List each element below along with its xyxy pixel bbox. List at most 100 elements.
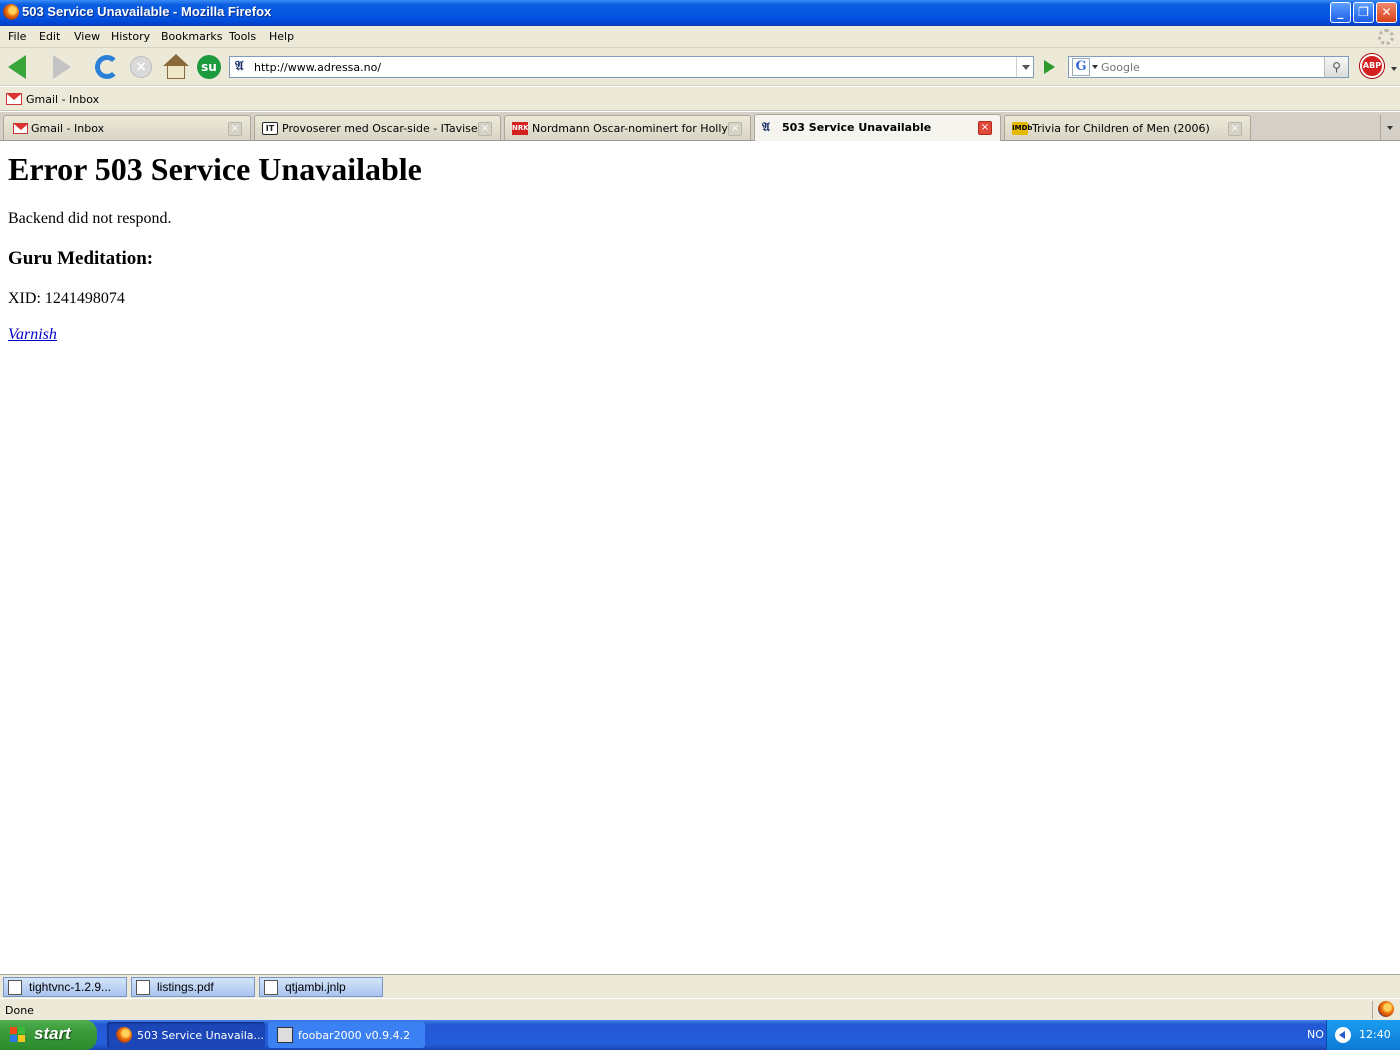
download-label: qtjambi.jnlp	[285, 980, 346, 994]
search-magnifier-icon[interactable]: ⚲	[1324, 57, 1348, 77]
download-tightvnc[interactable]: tightvnc-1.2.9...	[3, 977, 127, 997]
tab-itavisen[interactable]: IT Provoserer med Oscar-side - ITavisen …	[254, 115, 501, 140]
restore-button[interactable]: ❐	[1353, 2, 1374, 23]
tab-label: Gmail - Inbox	[31, 122, 105, 135]
google-icon: G	[1072, 58, 1090, 76]
vnc-file-icon	[8, 980, 22, 995]
bookmark-label: Gmail - Inbox	[26, 93, 100, 106]
firefox-icon	[3, 4, 19, 20]
stumbleupon-icon: su	[197, 55, 221, 79]
tab-close-button[interactable]: ×	[228, 122, 242, 136]
system-tray: 12:40	[1326, 1020, 1400, 1050]
adblock-dropdown[interactable]	[1391, 67, 1397, 71]
forward-arrow-icon	[53, 55, 71, 79]
page-content: Error 503 Service Unavailable Backend di…	[0, 141, 1400, 974]
menu-history[interactable]: History	[111, 30, 150, 43]
foobar-icon	[277, 1027, 293, 1043]
tab-label: 503 Service Unavailable	[782, 121, 932, 134]
firefox-icon	[116, 1027, 132, 1043]
bookmarks-toolbar: Gmail - Inbox	[0, 87, 1400, 111]
url-input[interactable]	[254, 59, 1014, 75]
address-bar[interactable]: 𝔄	[229, 56, 1034, 78]
tab-close-button[interactable]: ×	[478, 122, 492, 136]
reload-icon	[95, 55, 119, 79]
menu-help[interactable]: Help	[269, 30, 294, 43]
bookmark-gmail-inbox[interactable]: Gmail - Inbox	[0, 87, 100, 111]
menu-view[interactable]: View	[74, 30, 100, 43]
tab-nrk[interactable]: NRK Nordmann Oscar-nominert for Hollywo.…	[504, 115, 751, 140]
pdf-file-icon	[136, 980, 150, 995]
tab-gmail-inbox[interactable]: Gmail - Inbox ×	[3, 115, 251, 140]
search-input[interactable]	[1101, 59, 1321, 75]
search-bar[interactable]: G ⚲	[1068, 56, 1349, 78]
tab-imdb-trivia[interactable]: IMDb Trivia for Children of Men (2006) ×	[1004, 115, 1251, 140]
minimize-button[interactable]: _	[1330, 2, 1351, 23]
nrk-icon: NRK	[512, 122, 529, 135]
url-history-dropdown[interactable]	[1016, 57, 1033, 77]
go-button[interactable]	[1037, 56, 1061, 78]
menu-bar: File Edit View History Bookmarks Tools H…	[0, 26, 1400, 48]
close-window-button[interactable]: ✕	[1376, 2, 1397, 23]
menu-bookmarks[interactable]: Bookmarks	[161, 30, 222, 43]
tab-label: Nordmann Oscar-nominert for Hollywo...	[532, 122, 732, 135]
adblock-plus-button[interactable]: ABP	[1360, 54, 1384, 78]
tab-close-button[interactable]: ×	[728, 122, 742, 136]
download-label: tightvnc-1.2.9...	[29, 980, 112, 994]
task-firefox[interactable]: 503 Service Unavaila...	[107, 1022, 265, 1048]
page-heading: Error 503 Service Unavailable	[8, 151, 422, 187]
tab-close-button[interactable]: ×	[1228, 122, 1242, 136]
menu-tools[interactable]: Tools	[229, 30, 256, 43]
task-foobar2000[interactable]: foobar2000 v0.9.4.2	[268, 1022, 425, 1048]
firefox-status-icon[interactable]	[1378, 1001, 1394, 1017]
status-bar: Done	[0, 998, 1400, 1020]
java-file-icon	[264, 980, 278, 995]
itavisen-icon: IT	[262, 122, 278, 135]
home-button[interactable]	[161, 53, 189, 81]
tab-close-button[interactable]: ×	[978, 121, 992, 135]
reload-button[interactable]	[93, 53, 121, 81]
status-text: Done	[5, 1004, 34, 1017]
tab-bar: Gmail - Inbox × IT Provoserer med Oscar-…	[0, 112, 1400, 141]
window-title: 503 Service Unavailable - Mozilla Firefo…	[22, 4, 272, 19]
varnish-link[interactable]: Varnish	[8, 326, 57, 344]
tab-list-dropdown[interactable]	[1380, 115, 1400, 140]
window-title-bar[interactable]: 503 Service Unavailable - Mozilla Firefo…	[0, 0, 1400, 26]
taskbar: start 503 Service Unavaila... foobar2000…	[0, 1020, 1400, 1050]
back-button[interactable]	[4, 53, 32, 81]
download-qtjambi[interactable]: qtjambi.jnlp	[259, 977, 383, 997]
language-indicator[interactable]: NO	[1307, 1028, 1324, 1041]
download-bar: tightvnc-1.2.9... listings.pdf qtjambi.j…	[0, 974, 1400, 998]
tab-label: Provoserer med Oscar-side - ITavisen	[282, 122, 482, 135]
guru-meditation-heading: Guru Meditation:	[8, 248, 154, 269]
start-label: start	[34, 1024, 71, 1043]
task-label: foobar2000 v0.9.4.2	[298, 1029, 411, 1042]
back-arrow-icon	[8, 55, 26, 79]
navigation-toolbar: × su 𝔄 G ⚲ ABP	[0, 48, 1400, 117]
menu-edit[interactable]: Edit	[39, 30, 60, 43]
download-label: listings.pdf	[157, 980, 214, 994]
clock[interactable]: 12:40	[1359, 1028, 1391, 1041]
tab-503-service-unavailable[interactable]: 𝔄 503 Service Unavailable ×	[754, 114, 1001, 141]
tab-label: Trivia for Children of Men (2006)	[1032, 122, 1210, 135]
adressa-icon: 𝔄	[762, 120, 770, 134]
error-message: Backend did not respond.	[8, 210, 172, 227]
tray-expand-icon[interactable]	[1335, 1027, 1351, 1043]
imdb-icon: IMDb	[1012, 122, 1032, 135]
home-icon	[163, 54, 189, 80]
forward-button[interactable]	[48, 53, 76, 81]
search-engine-selector[interactable]: G	[1071, 58, 1099, 76]
adressa-site-icon: 𝔄	[235, 59, 244, 74]
stumbleupon-button[interactable]: su	[195, 53, 223, 81]
throbber-icon	[1378, 29, 1394, 45]
download-listings-pdf[interactable]: listings.pdf	[131, 977, 255, 997]
stop-button[interactable]: ×	[127, 53, 155, 81]
windows-flag-icon	[10, 1027, 26, 1043]
start-button[interactable]: start	[0, 1020, 97, 1050]
xid-text: XID: 1241498074	[8, 290, 125, 307]
task-label: 503 Service Unavaila...	[137, 1029, 264, 1042]
menu-file[interactable]: File	[8, 30, 26, 43]
status-separator	[1372, 1001, 1373, 1019]
gmail-icon	[6, 93, 22, 105]
stop-icon: ×	[130, 56, 152, 78]
gmail-icon	[13, 123, 28, 134]
